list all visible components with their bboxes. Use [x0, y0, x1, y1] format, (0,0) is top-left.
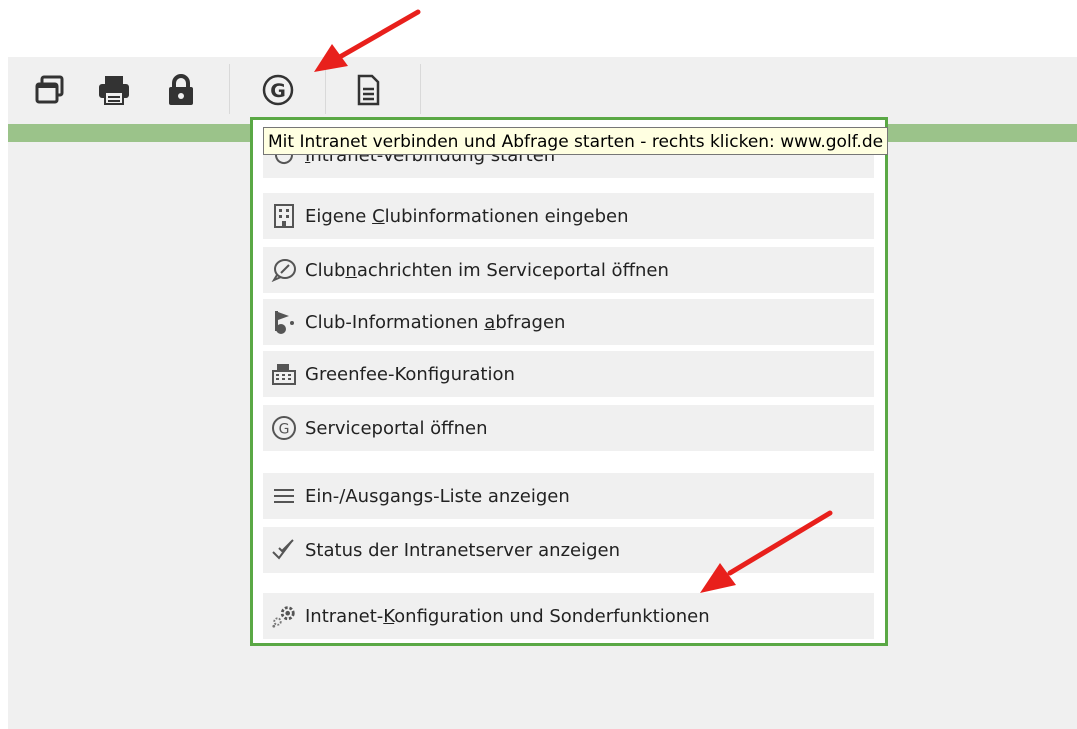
list-icon — [271, 483, 297, 509]
menu-item-club-info-query[interactable]: Club-Informationen abfragen — [263, 299, 874, 345]
gears-icon — [271, 603, 297, 629]
tooltip: Mit Intranet verbinden und Abfrage start… — [263, 127, 889, 155]
windows-icon — [33, 73, 67, 111]
printer-icon — [96, 73, 132, 111]
svg-text:G: G — [270, 80, 286, 102]
golf-flag-icon — [271, 309, 297, 335]
cash-register-icon — [271, 361, 297, 387]
lock-icon — [167, 73, 195, 111]
golf-g-icon: G — [261, 73, 295, 111]
golf-g-icon: G — [271, 415, 297, 441]
print-button[interactable] — [94, 70, 134, 114]
menu-item-serviceportal-open[interactable]: G Serviceportal öffnen — [263, 405, 874, 451]
annotation-arrow-toolbar — [314, 9, 421, 72]
lock-button[interactable] — [161, 70, 201, 114]
menu-item-club-messages[interactable]: Clubnachrichten im Serviceportal öffnen — [263, 247, 874, 293]
toolbar-separator — [229, 64, 230, 114]
windows-button[interactable] — [30, 70, 70, 114]
annotation-arrow-menu — [700, 510, 833, 593]
building-icon — [271, 203, 297, 229]
menu-item-club-info-enter[interactable]: Eigene Clubinformationen eingeben — [263, 193, 874, 239]
menu-item-greenfee-config[interactable]: Greenfee-Konfiguration — [263, 351, 874, 397]
svg-text:G: G — [279, 422, 290, 438]
golf-intranet-button[interactable]: G — [258, 70, 298, 114]
double-check-icon — [271, 537, 297, 563]
message-icon — [271, 257, 297, 283]
